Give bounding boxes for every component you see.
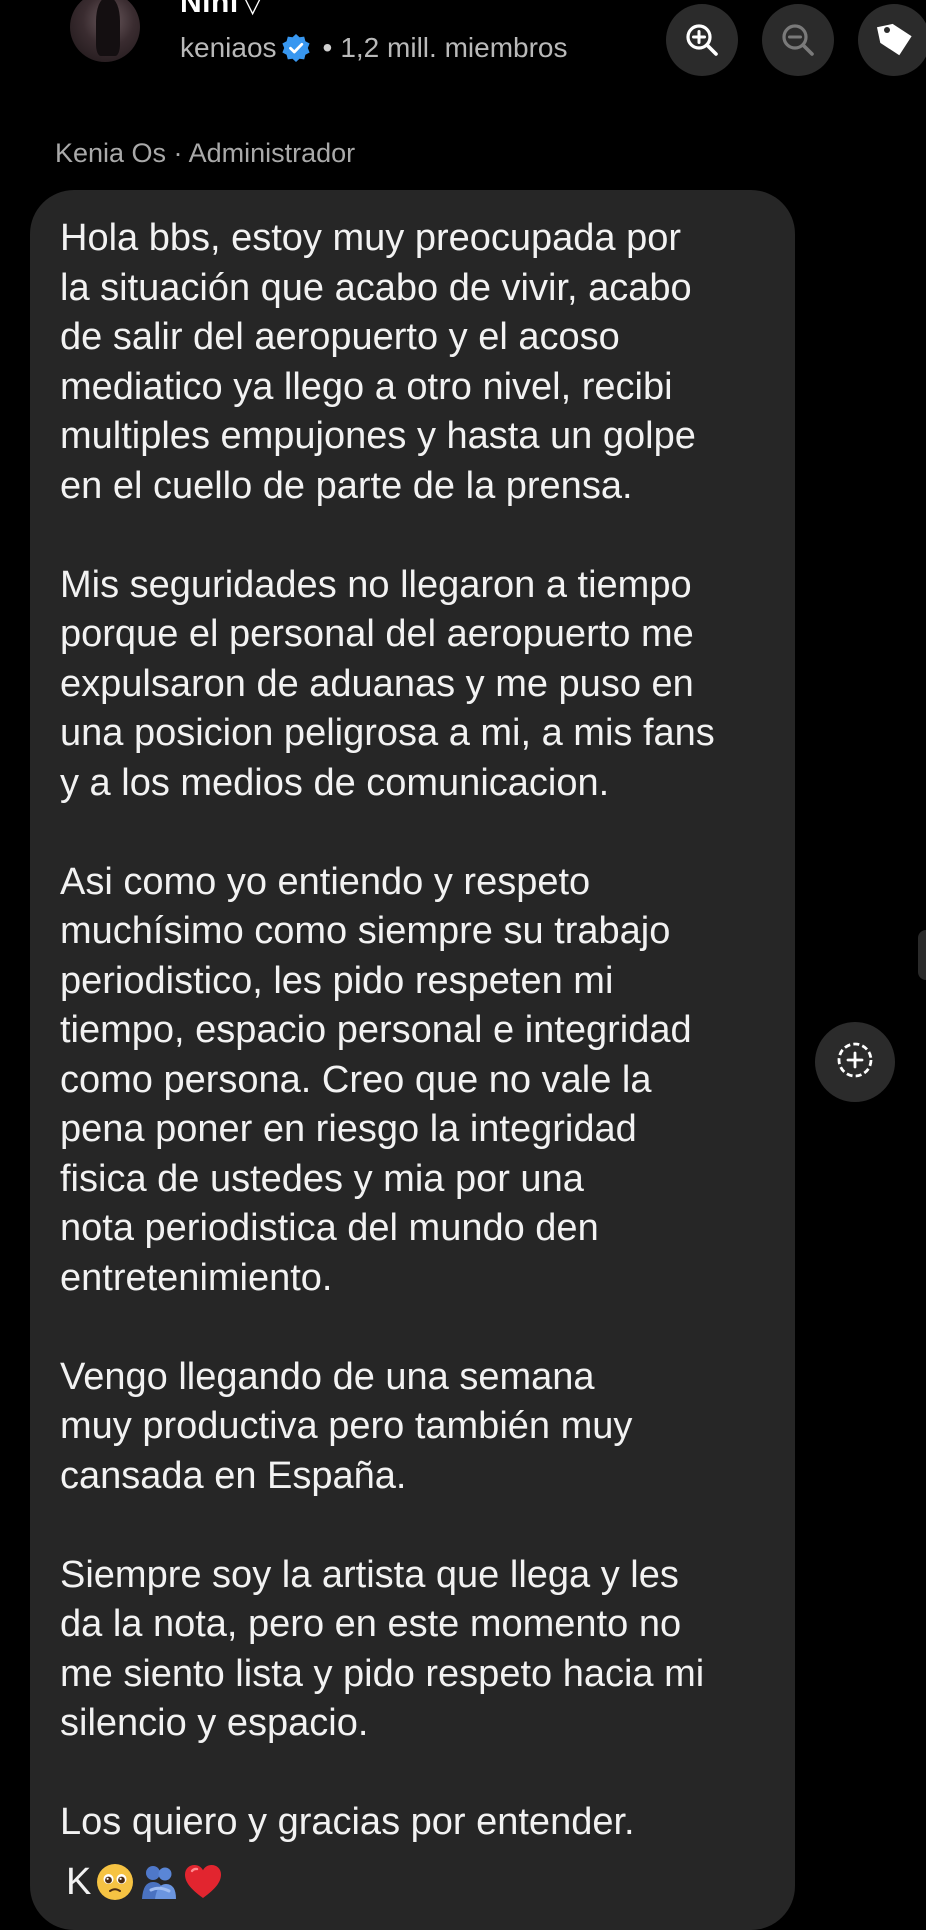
add-reaction-icon [833,1038,877,1087]
verified-badge-icon [281,33,311,63]
avatar[interactable] [70,0,140,62]
separator-dot: • [322,32,333,63]
channel-title[interactable]: Nini ▽ [180,0,263,20]
message-sender: Kenia Os · Administrador [55,138,356,168]
signature-letter: K [66,1861,92,1903]
add-reaction-button[interactable] [815,1022,895,1102]
zoom-in-icon [683,21,721,59]
pleading-face-emoji [95,1862,135,1902]
tag-icon [872,18,916,62]
zoom-out-icon [779,21,817,59]
red-heart-emoji [183,1862,223,1902]
message-paragraph: Hola bbs, estoy muy preocupada por la si… [60,217,696,507]
message-paragraph: Siempre soy la artista que llega y les d… [60,1553,705,1745]
zoom-out-button[interactable] [762,4,834,76]
zoom-in-button[interactable] [666,4,738,76]
channel-name: Nini [180,0,239,19]
message-paragraph: Mis seguridades no llegaron a tiempo por… [60,563,715,804]
message-text: Hola bbs, estoy muy preocupada por la si… [60,214,780,1848]
tag-button[interactable] [858,4,926,76]
message-paragraph: Los quiero y gracias por entender. [60,1801,635,1843]
chevron-down-icon[interactable]: ▽ [243,0,264,18]
message-signature: K [66,1858,223,1906]
message-paragraph: Vengo llegando de una semana muy product… [60,1355,633,1497]
channel-username: keniaos [180,32,277,63]
member-count: 1,2 mill. miembros [340,32,568,63]
channel-header: Nini ▽ keniaos • 1,2 mill. miembros [0,0,926,100]
avatar-figure [96,0,120,56]
message-paragraph: Asi como yo entiendo y respeto muchísimo… [60,860,692,1299]
people-hugging-emoji [139,1862,179,1902]
channel-meta: keniaos • 1,2 mill. miembros [180,32,568,64]
side-edge-handle [918,930,926,980]
